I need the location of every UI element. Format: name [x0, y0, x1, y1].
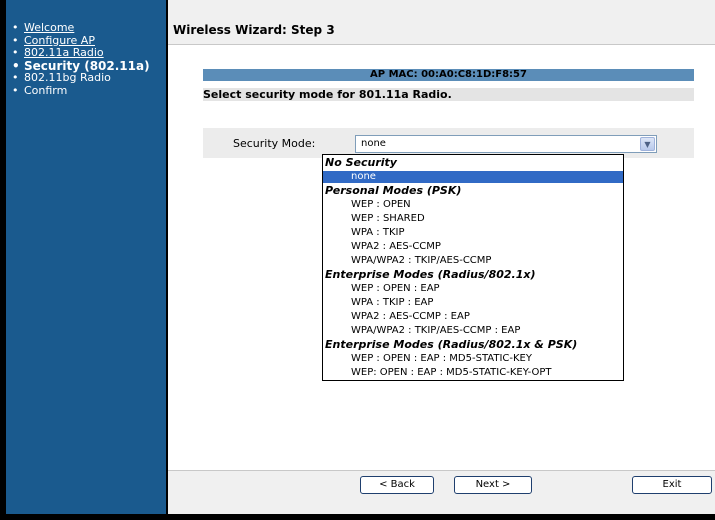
back-button[interactable]: < Back — [360, 476, 434, 494]
dropdown-option[interactable]: WPA : TKIP — [323, 227, 623, 239]
dropdown-option[interactable]: WEP: OPEN : EAP : MD5-STATIC-KEY-OPT — [323, 367, 623, 379]
bullet-icon: • — [12, 83, 19, 97]
dropdown-group-header: Enterprise Modes (Radius/802.1x) — [325, 268, 536, 281]
sidebar-item-label[interactable]: Welcome — [24, 21, 74, 34]
exit-button[interactable]: Exit — [632, 476, 712, 494]
dropdown-option[interactable]: WPA2 : AES-CCMP — [323, 241, 623, 253]
wizard-footer: < Back Next > Exit — [168, 470, 715, 514]
security-mode-dropdown-list: No Security none Personal Modes (PSK) WEP :… — [322, 154, 624, 381]
page-title: Wireless Wizard: Step 3 — [173, 23, 335, 37]
dropdown-option[interactable]: WEP : SHARED — [323, 213, 623, 225]
sidebar-item-label: Confirm — [24, 83, 68, 97]
dropdown-option[interactable]: WEP : OPEN : EAP : MD5-STATIC-KEY — [323, 353, 623, 365]
sidebar-item-label: 802.11bg Radio — [24, 71, 111, 84]
dropdown-group-header: Personal Modes (PSK) — [325, 184, 462, 197]
wizard-steps-list: • Welcome • Configure AP • 802.11a Radio • Secu… — [6, 21, 166, 98]
sidebar-item-label[interactable]: Configure AP — [24, 34, 95, 47]
bullet-icon: • — [12, 46, 19, 59]
dropdown-option[interactable]: none — [323, 171, 623, 183]
dropdown-option[interactable]: WEP : OPEN — [323, 199, 623, 211]
security-mode-select[interactable]: none ▼ — [355, 135, 657, 153]
security-mode-label: Security Mode: — [233, 137, 316, 150]
dropdown-option[interactable]: WPA2 : AES-CCMP : EAP — [323, 311, 623, 323]
dropdown-option[interactable]: WPA : TKIP : EAP — [323, 297, 623, 309]
dropdown-option[interactable]: WEP : OPEN : EAP — [323, 283, 623, 295]
dropdown-group-header: No Security — [325, 156, 397, 169]
select-mode-heading: Select security mode for 801.11a Radio. — [203, 88, 694, 101]
chevron-down-icon[interactable]: ▼ — [640, 137, 655, 151]
next-button[interactable]: Next > — [454, 476, 532, 494]
bullet-icon: • — [12, 71, 19, 84]
page-header: Wireless Wizard: Step 3 — [168, 0, 715, 45]
dropdown-group-header: Enterprise Modes (Radius/802.1x & PSK) — [325, 338, 578, 351]
sidebar-nav: • Welcome • Configure AP • 802.11a Radio • Secu… — [6, 0, 166, 514]
ap-mac-banner: AP MAC: 00:A0:C8:1D:F8:57 — [203, 69, 694, 81]
dropdown-option[interactable]: WPA/WPA2 : TKIP/AES-CCMP : EAP — [323, 325, 623, 337]
sidebar-item-confirm: • Confirm — [12, 83, 166, 98]
sidebar-item-label[interactable]: 802.11a Radio — [24, 46, 104, 59]
dropdown-option[interactable]: WPA/WPA2 : TKIP/AES-CCMP — [323, 255, 623, 267]
bullet-icon: • — [12, 21, 19, 34]
security-mode-value: none — [361, 138, 386, 149]
